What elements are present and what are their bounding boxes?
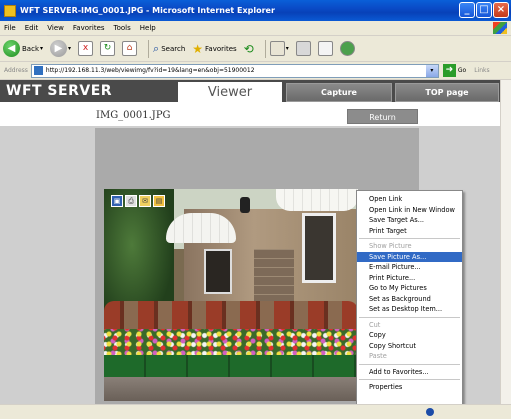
favorites-star-icon: ★ (192, 41, 204, 56)
return-button[interactable]: Return (347, 109, 418, 124)
address-label: Address (4, 67, 28, 74)
menu-item-copy[interactable]: Copy (357, 330, 462, 341)
filename-band (0, 102, 500, 126)
menu-separator (359, 316, 460, 318)
back-button[interactable]: ◀ Back ▾ (3, 40, 43, 57)
mail-button[interactable]: ▾ (269, 41, 289, 56)
address-input[interactable]: http://192.168.11.3/web/viewimg/fv?id=19… (30, 63, 439, 78)
back-arrow-icon: ◀ (3, 40, 20, 57)
status-bar (0, 404, 511, 419)
forward-arrow-icon: ▶ (50, 40, 68, 57)
menu-view[interactable]: View (47, 24, 64, 32)
wft-server-logo: WFT SERVER (6, 83, 113, 99)
internet-zone-icon (426, 408, 434, 416)
favorites-label: Favorites (205, 44, 237, 53)
go-label: Go (457, 67, 467, 74)
cafe-photo[interactable] (104, 189, 358, 401)
menu-item-show-picture: Show Picture (369, 242, 412, 250)
edit-button[interactable] (317, 41, 333, 56)
image-filename: IMG_0001.JPG (96, 110, 171, 121)
address-url: http://192.168.11.3/web/viewimg/fv?id=19… (45, 67, 255, 74)
toolbar-separator (264, 39, 266, 58)
favorites-button[interactable]: ★ Favorites (192, 42, 236, 56)
refresh-button[interactable]: ↻ (100, 41, 116, 56)
my-pictures-icon[interactable]: ▤ (153, 195, 165, 207)
menu-item-open-link-new-window[interactable]: Open Link in New Window (357, 205, 462, 216)
print-button[interactable] (295, 41, 311, 56)
tab-top-page[interactable]: TOP page (395, 83, 499, 102)
tab-capture[interactable]: Capture (286, 83, 392, 102)
windows-flag-icon (493, 22, 507, 34)
menu-tools[interactable]: Tools (114, 24, 131, 32)
mail-dropdown-icon[interactable]: ▾ (286, 45, 289, 52)
links-button[interactable]: Links (474, 67, 489, 74)
go-arrow-icon: ➜ (442, 64, 456, 77)
home-button[interactable]: ⌂ (122, 41, 138, 56)
stop-icon: x (78, 41, 94, 56)
context-menu: Open Link Open Link in New Window Save T… (356, 190, 463, 405)
menu-item-save-target-as[interactable]: Save Target As... (357, 215, 462, 226)
home-icon: ⌂ (122, 41, 138, 56)
search-label: Search (161, 44, 186, 53)
menu-bar: File Edit View Favorites Tools Help (0, 21, 511, 36)
browser-toolbar: ◀ Back ▾ ▶ ▾ x ↻ ⌂ ⌕ Search ★ Favorites … (0, 36, 511, 62)
menu-help[interactable]: Help (140, 24, 156, 32)
vertical-scrollbar[interactable] (500, 80, 511, 404)
menu-item-set-as-desktop-item[interactable]: Set as Desktop Item... (357, 304, 462, 315)
forward-dropdown-icon[interactable]: ▾ (68, 45, 71, 52)
search-button[interactable]: ⌕ Search (153, 42, 185, 56)
mail-image-icon[interactable]: ✉ (139, 195, 151, 207)
search-icon: ⌕ (153, 41, 160, 55)
menu-item-cut: Cut (369, 320, 381, 329)
menu-item-save-picture-as[interactable]: Save Picture As... (357, 251, 462, 262)
page-icon (33, 66, 43, 75)
messenger-button[interactable] (339, 41, 355, 56)
address-dropdown-icon[interactable]: ▾ (425, 64, 438, 77)
maximize-button[interactable]: □ (476, 2, 492, 18)
image-toolbar: ▣ ⎙ ✉ ▤ (111, 195, 165, 209)
close-button[interactable]: × (493, 2, 509, 18)
address-bar: Address http://192.168.11.3/web/viewimg/… (0, 62, 511, 80)
ie-app-icon (4, 4, 16, 17)
stop-button[interactable]: x (78, 41, 94, 56)
menu-separator (359, 379, 460, 380)
mail-icon (269, 41, 285, 56)
title-bar: WFT SERVER-IMG_0001.JPG - Microsoft Inte… (0, 0, 511, 21)
back-dropdown-icon[interactable]: ▾ (40, 45, 43, 52)
menu-item-copy-shortcut[interactable]: Copy Shortcut (357, 341, 462, 352)
back-label: Back (22, 44, 39, 53)
edit-page-icon (317, 41, 333, 56)
menu-favorites[interactable]: Favorites (73, 24, 105, 32)
history-button[interactable]: ⟲ (244, 42, 254, 56)
menu-item-email-picture[interactable]: E-mail Picture... (357, 262, 462, 273)
refresh-icon: ↻ (100, 41, 116, 56)
messenger-icon (339, 41, 355, 56)
menu-item-paste: Paste (369, 352, 387, 360)
printer-icon (295, 41, 311, 56)
menu-item-print-picture[interactable]: Print Picture... (357, 273, 462, 284)
save-image-icon[interactable]: ▣ (111, 195, 123, 207)
history-icon: ⟲ (243, 41, 254, 56)
forward-button[interactable]: ▶ ▾ (50, 40, 71, 57)
print-image-icon[interactable]: ⎙ (125, 195, 137, 207)
menu-item-set-as-background[interactable]: Set as Background (357, 294, 462, 305)
minimize-button[interactable]: _ (459, 2, 475, 18)
menu-file[interactable]: File (4, 24, 16, 32)
window-title: WFT SERVER-IMG_0001.JPG - Microsoft Inte… (20, 6, 275, 15)
menu-edit[interactable]: Edit (25, 24, 39, 32)
menu-separator (359, 363, 460, 365)
wft-header: WFT SERVER Viewer Capture TOP page (0, 80, 500, 102)
window-controls: _ □ × (459, 2, 509, 18)
menu-separator (359, 238, 460, 239)
menu-item-open-link[interactable]: Open Link (357, 194, 462, 205)
toolbar-separator (148, 39, 150, 58)
menu-item-print-target[interactable]: Print Target (357, 226, 462, 237)
go-button[interactable]: ➜ Go (442, 64, 467, 77)
menu-item-go-to-my-pictures[interactable]: Go to My Pictures (357, 283, 462, 294)
menu-item-properties[interactable]: Properties (357, 382, 462, 393)
tab-viewer[interactable]: Viewer (178, 82, 282, 102)
menu-item-add-to-favorites[interactable]: Add to Favorites... (357, 367, 462, 378)
